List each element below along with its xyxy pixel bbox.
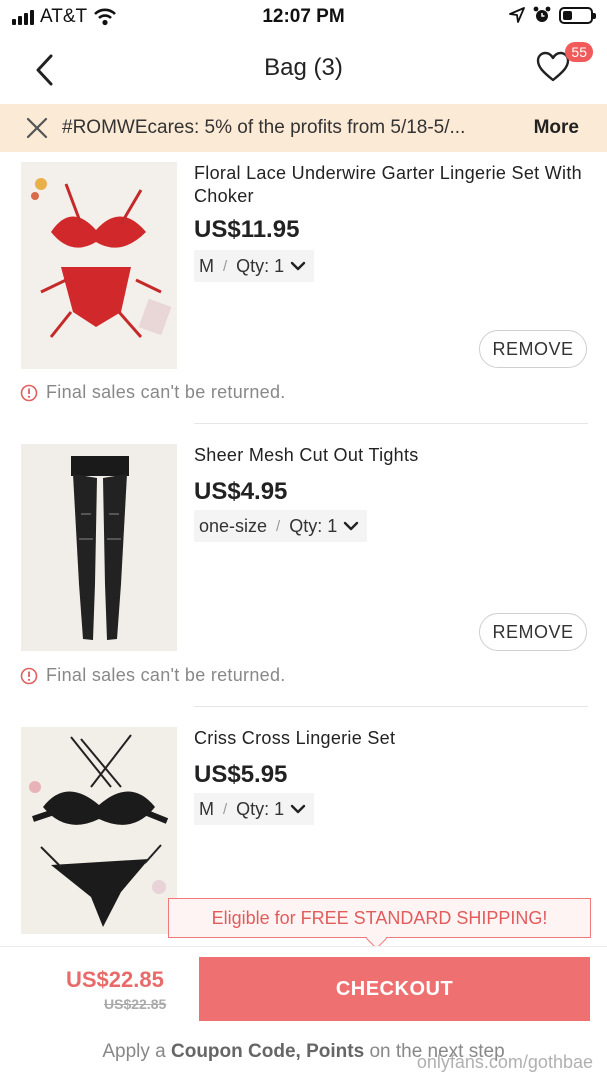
item-title[interactable]: Sheer Mesh Cut Out Tights <box>194 444 589 467</box>
chevron-down-icon <box>344 521 359 531</box>
alert-circle-icon <box>20 384 38 401</box>
status-right <box>509 6 596 24</box>
final-sale-text: Final sales can't be returned. <box>46 665 286 685</box>
item-title[interactable]: Floral Lace Underwire Garter Lingerie Se… <box>194 162 589 208</box>
total-price: US$22.85 <box>66 967 164 992</box>
remove-button[interactable]: REMOVE <box>479 613 587 651</box>
chevron-down-icon <box>290 804 306 814</box>
final-sale-note: Final sales can't be returned. <box>20 665 286 686</box>
cart-item: Floral Lace Underwire Garter Lingerie Se… <box>0 152 607 422</box>
coupon-prefix: Apply a <box>102 1041 166 1062</box>
divider <box>194 706 588 707</box>
banner-text: #ROMWEcares: 5% of the profits from 5/18… <box>62 117 466 138</box>
coupon-bold: Coupon Code, Points <box>171 1041 365 1062</box>
chevron-down-icon <box>290 261 306 271</box>
item-title[interactable]: Criss Cross Lingerie Set <box>194 727 589 750</box>
alarm-icon <box>533 6 551 22</box>
final-sale-text: Final sales can't be returned. <box>46 382 286 402</box>
banner-more-link[interactable]: More <box>534 117 579 139</box>
item-price: US$5.95 <box>194 761 288 788</box>
wishlist-count-badge: 55 <box>565 42 593 62</box>
final-sale-note: Final sales can't be returned. <box>20 382 286 403</box>
size-qty-selector[interactable]: M / Qty: 1 <box>194 250 315 282</box>
cart-item: Sheer Mesh Cut Out Tights US$4.95 one-si… <box>0 434 607 704</box>
lingerie-black-image <box>21 727 177 934</box>
size-label: M <box>199 798 214 819</box>
item-price: US$11.95 <box>194 216 300 243</box>
product-image[interactable] <box>21 444 177 651</box>
original-total-price: US$22.85 <box>104 996 167 1012</box>
watermark: onlyfans.com/gothbae <box>416 1052 593 1072</box>
size-qty-selector[interactable]: one-size / Qty: 1 <box>194 510 368 542</box>
free-shipping-tooltip: Eligible for FREE STANDARD SHIPPING! <box>168 898 591 938</box>
battery-level <box>563 10 572 20</box>
nav-header: Bag (3) 55 <box>0 34 607 104</box>
status-bar: AT&T 12:07 PM <box>0 0 607 34</box>
qty-label: Qty: 1 <box>236 798 285 819</box>
qty-label: Qty: 1 <box>236 255 285 276</box>
product-image[interactable] <box>21 162 177 369</box>
separator: / <box>276 517 281 535</box>
page-title: Bag (3) <box>264 54 343 81</box>
size-label: M <box>199 255 214 276</box>
size-label: one-size <box>199 515 268 536</box>
tights-image <box>21 444 177 651</box>
separator: / <box>223 800 228 818</box>
promo-banner: #ROMWEcares: 5% of the profits from 5/18… <box>0 104 607 152</box>
lingerie-red-image <box>21 162 177 369</box>
close-icon[interactable] <box>24 115 50 141</box>
checkout-button[interactable]: CHECKOUT <box>199 957 590 1021</box>
location-icon <box>509 7 525 23</box>
divider <box>194 423 588 424</box>
size-qty-selector[interactable]: M / Qty: 1 <box>194 793 315 825</box>
alert-circle-icon <box>20 667 38 684</box>
battery-icon <box>559 6 596 24</box>
remove-button[interactable]: REMOVE <box>479 330 587 368</box>
product-image[interactable] <box>21 727 177 934</box>
wishlist-button[interactable]: 55 <box>535 42 593 90</box>
qty-label: Qty: 1 <box>289 515 338 536</box>
separator: / <box>223 257 228 275</box>
item-price: US$4.95 <box>194 478 288 505</box>
